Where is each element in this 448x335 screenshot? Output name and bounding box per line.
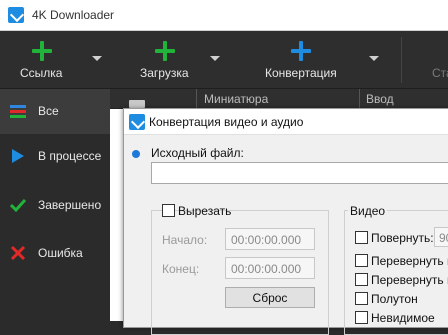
add-link-button[interactable]: Ссылка	[0, 31, 110, 89]
sidebar-item-error[interactable]: Ошибка	[0, 231, 110, 276]
plus-blue-icon	[291, 41, 311, 61]
sidebar-item-completed[interactable]: Завершено	[0, 183, 110, 228]
app-download-icon	[129, 114, 145, 130]
start-time-field[interactable]: 00:00:00.000	[225, 228, 315, 250]
rotate-select[interactable]: 90	[434, 227, 448, 247]
play-icon	[10, 148, 26, 164]
list-row-marker	[129, 100, 145, 108]
plus-green-icon	[32, 41, 52, 61]
sidebar-item-label: Все	[38, 104, 59, 118]
sidebar-item-label: В процессе	[38, 149, 102, 163]
chevron-down-icon[interactable]	[92, 56, 102, 61]
convert-label: Конвертация	[265, 66, 337, 80]
convert-dialog: Конвертация видео и аудио Исходный файл:…	[123, 108, 448, 335]
video-group-label: Видео	[348, 204, 388, 218]
main-toolbar: Ссылка Загрузка Конвертация Ста	[0, 31, 448, 89]
source-indicator-icon	[132, 150, 140, 158]
chevron-down-icon[interactable]	[369, 56, 379, 61]
convert-button[interactable]: Конвертация	[233, 31, 388, 89]
error-x-icon	[10, 245, 26, 261]
start-button[interactable]: Ста	[420, 31, 448, 89]
invisible-checkbox[interactable]	[355, 311, 368, 324]
chevron-down-icon[interactable]	[210, 56, 220, 61]
sidebar-item-in-progress[interactable]: В процессе	[0, 134, 110, 179]
window-titlebar: 4K Downloader	[0, 0, 448, 31]
start-label: Ста	[432, 66, 448, 80]
end-time-label: Конец:	[162, 262, 200, 276]
sidebar-item-all[interactable]: Все	[0, 89, 110, 134]
source-file-field[interactable]	[151, 162, 448, 184]
column-divider	[359, 89, 360, 109]
invisible-label: Невидимое	[371, 311, 435, 325]
sidebar-item-label: Завершено	[38, 198, 102, 212]
sidebar-item-label: Ошибка	[38, 246, 83, 260]
flip-vertical-checkbox[interactable]	[355, 273, 368, 286]
download-button[interactable]: Загрузка	[110, 31, 233, 89]
cut-checkbox-label: Вырезать	[178, 204, 232, 218]
list-column-header: Миниатюра Ввод	[110, 89, 448, 109]
dialog-title: Конвертация видео и аудио	[149, 115, 304, 129]
halftone-checkbox[interactable]	[355, 292, 368, 305]
flip-horizontal-checkbox[interactable]	[355, 254, 368, 267]
rotate-label: Повернуть:	[371, 231, 434, 245]
download-label: Загрузка	[140, 66, 189, 80]
window-title: 4K Downloader	[32, 8, 115, 22]
halftone-label: Полутон	[371, 292, 418, 306]
reset-button[interactable]: Сброс	[225, 287, 315, 308]
end-time-field[interactable]: 00:00:00.000	[225, 257, 315, 279]
column-thumbnail[interactable]: Миниатюра	[204, 92, 268, 106]
toolbar-separator	[401, 37, 402, 83]
add-link-label: Ссылка	[20, 66, 63, 80]
rotate-checkbox[interactable]	[355, 231, 368, 244]
source-file-label: Исходный файл:	[151, 146, 244, 160]
sidebar: Все В процессе Завершено Ошибка	[0, 89, 110, 321]
start-time-label: Начало:	[162, 233, 208, 247]
flip-horizontal-label: Перевернуть по	[371, 254, 448, 268]
column-divider	[196, 89, 197, 109]
checkmark-icon	[9, 197, 27, 213]
app-download-icon	[8, 7, 24, 23]
column-input[interactable]: Ввод	[366, 92, 394, 106]
all-bars-icon	[10, 103, 26, 119]
plus-green-icon	[155, 41, 175, 61]
flip-vertical-label: Перевернуть по	[371, 273, 448, 287]
cut-checkbox[interactable]	[162, 204, 175, 217]
dialog-titlebar[interactable]: Конвертация видео и аудио	[124, 109, 448, 135]
